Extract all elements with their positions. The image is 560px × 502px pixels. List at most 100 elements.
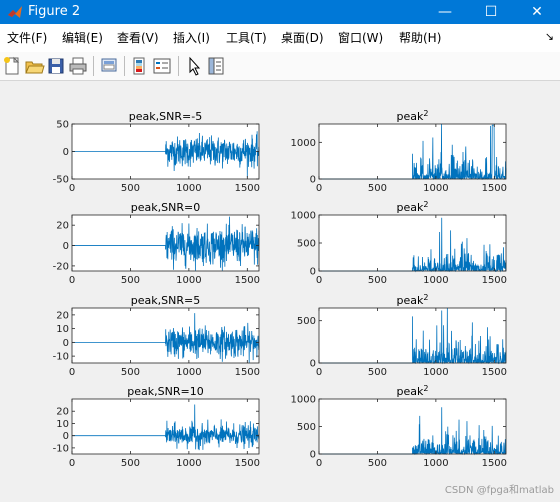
y-tick-label: 20 — [56, 407, 69, 418]
x-tick-label: 1500 — [235, 458, 260, 469]
dock-arrow-icon[interactable]: ↘ — [545, 30, 554, 43]
x-tick-label: 1000 — [176, 367, 201, 378]
x-tick-label: 0 — [69, 367, 75, 378]
x-tick-label: 1500 — [235, 183, 260, 194]
y-tick-label: 10 — [56, 419, 69, 430]
title-superscript: 2 — [423, 109, 428, 118]
window-title: Figure 2 — [28, 4, 81, 19]
x-tick-label: 500 — [121, 183, 140, 194]
y-tick-label: -50 — [53, 175, 69, 186]
subplot-title: peak,SNR=10 — [127, 385, 203, 398]
y-tick-label: 0 — [63, 431, 69, 442]
x-tick-label: 1500 — [235, 367, 260, 378]
toolbar-separator — [178, 56, 179, 76]
x-tick-label: 0 — [316, 275, 322, 286]
figure-canvas[interactable]: 0 500 1000 1500 -50 0 50 peak,SNR=-5 0 500 1000 150… — [0, 81, 560, 502]
watermark: CSDN @fpga和matlab — [444, 485, 554, 496]
toolbar-separator — [124, 56, 125, 76]
subplot-6: 0 500 1000 1500 0 500 peak2 — [297, 293, 507, 378]
menu-desktop[interactable]: 桌面(D) — [281, 30, 324, 46]
open-file-icon[interactable] — [23, 55, 45, 77]
y-tick-label: 0 — [63, 147, 69, 158]
subplot-grid: 0 500 1000 1500-50050peak,SNR=-50 500 1000 150… — [53, 109, 507, 469]
menu-file[interactable]: 文件(F) — [7, 30, 47, 46]
x-tick-label: 1500 — [482, 367, 507, 378]
y-tick-label: 0 — [310, 450, 316, 461]
x-tick-label: 1000 — [423, 275, 448, 286]
y-tick-label: 0 — [63, 241, 69, 252]
subplot-title: peak,SNR=0 — [131, 201, 200, 214]
y-tick-label: -20 — [53, 261, 69, 272]
title-superscript: 2 — [423, 293, 428, 302]
x-tick-label: 1500 — [482, 183, 507, 194]
x-tick-label: 0 — [316, 458, 322, 469]
property-inspector-icon[interactable] — [205, 55, 227, 77]
x-tick-label: 1500 — [482, 275, 507, 286]
menu-help[interactable]: 帮助(H) — [399, 30, 441, 46]
y-tick-label: 0 — [310, 175, 316, 186]
y-tick-label: -10 — [53, 443, 69, 454]
subplot-4: 0 500 1000 1500 0 500 1000 peak2 — [291, 200, 507, 286]
x-tick-label: 1000 — [423, 458, 448, 469]
edit-plot-cursor-icon[interactable] — [183, 55, 205, 77]
x-tick-label: 1000 — [176, 183, 201, 194]
y-tick-label: 20 — [56, 221, 69, 232]
title-superscript: 2 — [423, 384, 428, 393]
subplot-title: peak,SNR=-5 — [129, 110, 202, 123]
x-tick-label: 1500 — [235, 275, 260, 286]
x-tick-label: 0 — [69, 183, 75, 194]
x-tick-label: 1500 — [482, 458, 507, 469]
x-tick-label: 1000 — [176, 458, 201, 469]
menu-bar: 文件(F) 编辑(E) 查看(V) 插入(I) 工具(T) 桌面(D) 窗口(W… — [0, 24, 560, 53]
menu-view[interactable]: 查看(V) — [117, 30, 159, 46]
menu-edit[interactable]: 编辑(E) — [62, 30, 103, 46]
x-tick-label: 0 — [316, 183, 322, 194]
insert-legend-icon[interactable] — [151, 55, 173, 77]
x-tick-label: 500 — [121, 367, 140, 378]
y-tick-label: 500 — [297, 422, 316, 433]
axes-background — [319, 215, 506, 271]
save-icon[interactable] — [45, 55, 67, 77]
subplot-5: 0 500 1000 1500-1001020peak,SNR=5 — [53, 294, 260, 378]
y-tick-label: 1000 — [291, 211, 316, 222]
menu-window[interactable]: 窗口(W) — [338, 30, 383, 46]
x-tick-label: 500 — [368, 183, 387, 194]
x-tick-label: 1000 — [423, 183, 448, 194]
close-button[interactable]: ✕ — [514, 0, 560, 24]
menu-tools[interactable]: 工具(T) — [226, 30, 267, 46]
y-tick-label: 500 — [297, 239, 316, 250]
x-tick-label: 500 — [368, 275, 387, 286]
new-figure-icon[interactable] — [1, 55, 23, 77]
minimize-button[interactable]: — — [422, 0, 468, 24]
toolbar — [0, 52, 560, 81]
subplot-3: 0 500 1000 1500-20020peak,SNR=0 — [53, 201, 260, 286]
y-tick-label: 1000 — [291, 395, 316, 406]
axes-background — [319, 399, 506, 454]
link-plot-icon[interactable] — [98, 55, 120, 77]
subplot-title: peak,SNR=5 — [131, 294, 200, 307]
title-superscript: 2 — [423, 200, 428, 209]
y-tick-label: 500 — [297, 316, 316, 327]
x-tick-label: 1000 — [423, 367, 448, 378]
y-tick-label: 20 — [56, 310, 69, 321]
maximize-button[interactable]: ☐ — [468, 0, 514, 24]
x-tick-label: 500 — [368, 367, 387, 378]
y-tick-label: 0 — [310, 267, 316, 278]
insert-colorbar-icon[interactable] — [129, 55, 151, 77]
y-tick-label: 50 — [56, 120, 69, 131]
axes-background — [72, 399, 259, 454]
subplot-1: 0 500 1000 1500-50050peak,SNR=-5 — [53, 110, 260, 194]
subplot-2: 0 500 1000 1500 0 1000 peak2 — [291, 109, 507, 194]
x-tick-label: 0 — [69, 458, 75, 469]
x-tick-label: 500 — [368, 458, 387, 469]
x-tick-label: 1000 — [176, 275, 201, 286]
y-tick-label: -10 — [53, 352, 69, 363]
menu-insert[interactable]: 插入(I) — [173, 30, 210, 46]
subplot-title: peak2 — [397, 200, 429, 214]
subplot-title: peak2 — [397, 384, 429, 398]
subplot-8: 0 500 1000 1500 0 500 1000 peak2 — [291, 384, 507, 469]
subplot-title: peak2 — [397, 293, 429, 307]
print-icon[interactable] — [67, 55, 89, 77]
y-tick-label: 0 — [310, 359, 316, 370]
subplot-title: peak2 — [397, 109, 429, 123]
